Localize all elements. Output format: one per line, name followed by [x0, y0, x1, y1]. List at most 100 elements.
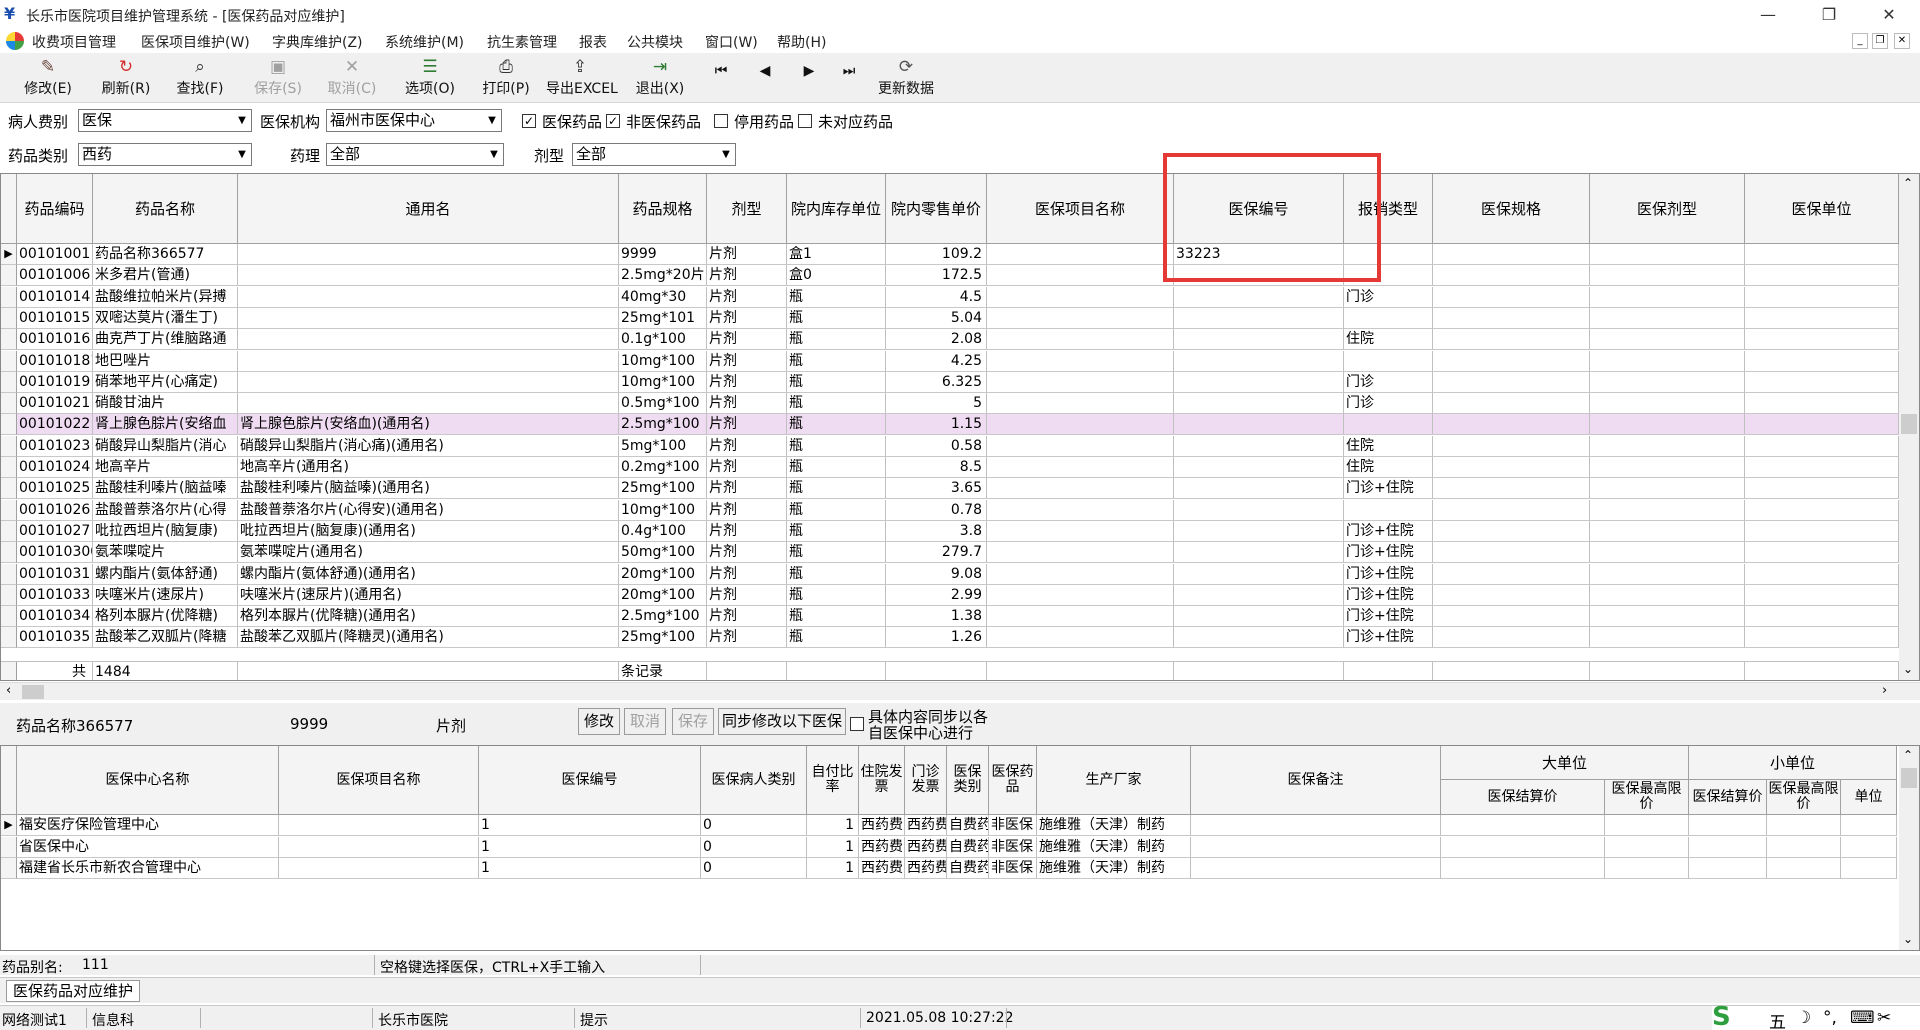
grid-cell[interactable]: 25mg*100	[619, 478, 707, 500]
save-label[interactable]: 保存(S)	[254, 81, 302, 97]
grid-cell[interactable]	[1433, 414, 1590, 436]
grid-cell[interactable]: 2.08	[886, 329, 987, 351]
close-button[interactable]: ✕	[1866, 0, 1912, 30]
row-indicator[interactable]: ▶	[1, 815, 17, 836]
grid-cell[interactable]: 5mg*100	[619, 435, 707, 457]
grid-cell[interactable]: 呋噻米片(速尿片)(通用名)	[238, 584, 619, 606]
grid-cell[interactable]	[1590, 371, 1745, 393]
grid-cell[interactable]	[987, 606, 1174, 628]
column-header[interactable]: 医保药品	[989, 746, 1037, 815]
refresh-label[interactable]: 刷新(R)	[102, 81, 151, 97]
update-data-icon[interactable]: ⟳	[872, 56, 940, 78]
grid-cell[interactable]: 片剂	[707, 457, 787, 478]
grid-cell[interactable]: 片剂	[707, 329, 787, 351]
record-count-suffix[interactable]: 条记录	[619, 661, 707, 680]
grid-cell[interactable]: 瓶	[787, 435, 886, 457]
scroll-up-icon[interactable]: ⌃	[1903, 748, 1913, 762]
menu-item[interactable]: 收费项目管理	[32, 32, 116, 52]
grid-cell[interactable]: 门诊+住院	[1344, 520, 1433, 542]
options-icon[interactable]: ☰	[400, 56, 460, 78]
grid-cell[interactable]: 片剂	[707, 393, 787, 415]
grid-cell[interactable]	[1590, 606, 1745, 628]
grid-cell[interactable]	[1174, 307, 1344, 329]
grid-cell[interactable]: 00101025	[17, 478, 93, 500]
grid-cell[interactable]: 片剂	[707, 435, 787, 457]
grid-cell[interactable]	[1441, 815, 1605, 836]
grid-cell[interactable]	[987, 329, 1174, 351]
insured-drug-checkbox[interactable]: ✓	[522, 114, 536, 128]
h-scroll-thumb[interactable]	[22, 685, 44, 699]
grid-cell[interactable]	[238, 329, 619, 351]
grid-cell[interactable]: 吡拉西坦片(脑复康)	[93, 520, 238, 542]
grid-cell[interactable]: 格列本脲片(优降糖)(通用名)	[238, 606, 619, 628]
last-record-button[interactable]: ⏭	[836, 56, 862, 102]
grid-cell[interactable]: 肾上腺色腙片(安络血)(通用名)	[238, 414, 619, 436]
grid-cell[interactable]	[1745, 244, 1899, 265]
grid-cell[interactable]: 279.7	[886, 542, 987, 564]
column-header[interactable]: 自付比率	[807, 746, 859, 815]
grid-cell[interactable]: 109.2	[886, 244, 987, 265]
grid-cell[interactable]: 盐酸桂利嗪片(脑益嗪)(通用名)	[238, 478, 619, 500]
binoculars-icon[interactable]: ⌕	[170, 56, 230, 78]
grid-cell[interactable]: 0	[701, 836, 807, 858]
grid-cell[interactable]	[279, 815, 479, 836]
column-header[interactable]: 单位	[1841, 780, 1897, 815]
ime-logo-icon[interactable]: S	[1712, 1002, 1731, 1030]
grid-cell[interactable]	[1590, 350, 1745, 372]
grid-cell[interactable]: 25mg*101	[619, 307, 707, 329]
grid-cell[interactable]	[987, 414, 1174, 436]
grid-cell[interactable]: 1.38	[886, 606, 987, 628]
grid-cell[interactable]: 瓶	[787, 329, 886, 351]
grid-cell[interactable]: 00101023	[17, 435, 93, 457]
grid-cell[interactable]	[1433, 435, 1590, 457]
row-indicator[interactable]	[1, 329, 17, 351]
grid-cell[interactable]: 盐酸桂利嗪片(脑益嗪	[93, 478, 238, 500]
grid-cell[interactable]: 10mg*100	[619, 350, 707, 372]
grid-cell[interactable]	[1344, 307, 1433, 329]
grid-cell[interactable]: 呋噻米片(速尿片)	[93, 584, 238, 606]
sync-edit-button[interactable]: 同步修改以下医保	[718, 708, 846, 735]
grid-cell[interactable]	[1433, 350, 1590, 372]
grid-cell[interactable]	[238, 350, 619, 372]
grid-cell[interactable]: 10mg*100	[619, 371, 707, 393]
scroll-down-icon[interactable]: ⌄	[1903, 662, 1913, 676]
grid-cell[interactable]: 硝酸异山梨脂片(消心痛)(通用名)	[238, 435, 619, 457]
pharmacology-select[interactable]: 全部 ▼	[326, 143, 504, 166]
summary-cell[interactable]	[787, 661, 886, 680]
menu-item[interactable]: 报表	[579, 32, 607, 52]
grid-cell[interactable]: 片剂	[707, 350, 787, 372]
column-header[interactable]: 通用名	[238, 174, 619, 244]
table-row[interactable]: 00101034 格列本脲片(优降糖) 格列本脲片(优降糖)(通用名) 2.5mg*1…	[1, 606, 1899, 628]
grid-cell[interactable]	[987, 457, 1174, 478]
grid-cell[interactable]: 片剂	[707, 307, 787, 329]
grid-cell[interactable]: 福安医疗保险管理中心	[17, 815, 279, 836]
grid-cell[interactable]: 地高辛片(通用名)	[238, 457, 619, 478]
tools-icon[interactable]: ✂	[1877, 1008, 1891, 1028]
refresh-icon[interactable]: ↻	[96, 56, 156, 78]
edit-button[interactable]: ✎ 修改(E)	[18, 56, 78, 102]
menu-item[interactable]: 窗口(W)	[705, 32, 758, 52]
row-indicator[interactable]	[1, 307, 17, 329]
drug-grid[interactable]: 药品编码 药品名称 通用名 药品规格 剂型 院内库存单位 院内零售单价 医保项目名称 医保编号报…	[0, 173, 1920, 681]
binoculars-button[interactable]: ⌕ 查找(F)	[170, 56, 230, 102]
summary-cell[interactable]	[886, 661, 987, 680]
grid-cell[interactable]: 00101026	[17, 499, 93, 521]
sync-checkbox[interactable]	[850, 717, 864, 731]
summary-cell[interactable]	[1590, 661, 1745, 680]
table-row[interactable]: ▶ 福安医疗保险管理中心 1 0 1 西药费 西药费 自费药 非医保 施维雅（天津）制药	[1, 815, 1897, 836]
grid-cell[interactable]: 门诊+住院	[1344, 627, 1433, 649]
grid-cell[interactable]	[1174, 606, 1344, 628]
grid-cell[interactable]	[987, 520, 1174, 542]
grid-cell[interactable]: 瓶	[787, 478, 886, 500]
grid-cell[interactable]: 盐酸普萘洛尔片(心得	[93, 499, 238, 521]
grid-cell[interactable]: 6.325	[886, 371, 987, 393]
grid-cell[interactable]: 西药费	[905, 836, 947, 858]
grid-cell[interactable]: 00101035	[17, 627, 93, 649]
column-header[interactable]: 药品名称	[93, 174, 238, 244]
grid-cell[interactable]: 2.5mg*100	[619, 414, 707, 436]
grid-cell[interactable]	[1745, 606, 1899, 628]
grid-cell[interactable]: 00101016	[17, 329, 93, 351]
options-label[interactable]: 选项(O)	[405, 81, 455, 97]
grid-cell[interactable]	[1745, 563, 1899, 585]
table-row[interactable]: 00101014 盐酸维拉帕米片(异搏 40mg*30 片剂瓶 4.5 门诊	[1, 286, 1899, 308]
